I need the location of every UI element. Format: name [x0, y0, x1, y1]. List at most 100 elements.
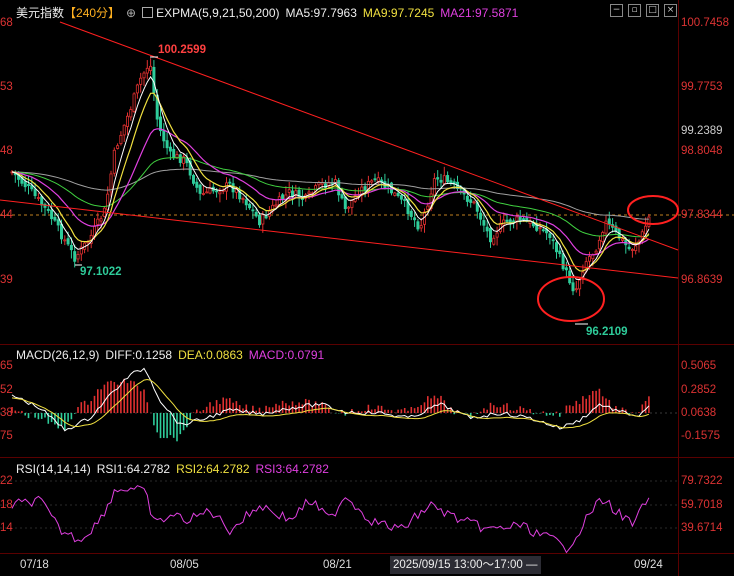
macd-left-label: 52 [0, 384, 13, 396]
candle-down [198, 184, 202, 194]
macd-label: MACD(26,12,9) [16, 348, 100, 362]
rsi-axis-label: 79.7322 [681, 475, 723, 487]
candle-up [419, 225, 423, 229]
ma5-value: MA5:97.7963 [285, 6, 357, 20]
rsi-panel-header: RSI(14,14,14) RSI1:64.2782 RSI2:64.2782 RSI… [16, 461, 335, 477]
expma-checkbox-icon[interactable] [142, 7, 154, 18]
period-label[interactable]: 【240分】 [64, 6, 120, 20]
candle-down [251, 209, 255, 212]
candle-down [518, 216, 522, 221]
candle-down [46, 208, 50, 211]
candle-down [228, 181, 232, 184]
rsi-axis-label: 39.6714 [681, 522, 723, 534]
left-axis-label: 39 [0, 274, 13, 286]
candle-up [621, 238, 625, 241]
candle-up [442, 175, 446, 185]
candle-up [307, 191, 311, 195]
candle-up [647, 216, 651, 227]
candle-down [195, 181, 199, 188]
candle-up [644, 225, 648, 235]
candle-down [254, 211, 258, 217]
candle-up [208, 187, 212, 194]
candle-down [168, 146, 172, 152]
gear-icon[interactable]: ⊕ [126, 6, 136, 20]
macd-axis-label: 0.5065 [681, 360, 717, 372]
candle-up [495, 232, 499, 238]
close-icon[interactable]: × [664, 4, 677, 17]
restore-icon[interactable]: ▫ [628, 4, 641, 17]
candle-up [320, 182, 324, 185]
candle-down [558, 250, 562, 254]
candle-up [594, 250, 598, 254]
candle-up [135, 84, 139, 94]
macd-axis-label: 0.0638 [681, 407, 717, 419]
candle-down [26, 184, 30, 186]
candle-down [244, 199, 248, 206]
candle-down [33, 188, 37, 197]
instrument-title[interactable]: 美元指数 [16, 6, 64, 20]
candle-down [191, 175, 195, 184]
breakout-circle-annotation [627, 195, 679, 225]
price-axis-label: 97.8344 [681, 209, 723, 221]
candle-down [69, 244, 73, 251]
candle-down [627, 246, 631, 250]
candle-down [23, 181, 27, 188]
candle-down [215, 190, 219, 193]
candle-down [551, 239, 555, 242]
candle-down [555, 242, 559, 253]
candle-up [119, 134, 123, 145]
date-label: 08/21 [323, 559, 352, 571]
date-label: 08/05 [170, 559, 199, 571]
cursor-time-tooltip: 2025/09/15 13:00～17:00 — [390, 556, 541, 574]
candle-up [350, 199, 354, 208]
candle-up [112, 149, 116, 174]
candle-down [40, 196, 44, 206]
high-price-label: 100.2599 [158, 44, 206, 56]
minimize-icon[interactable]: − [610, 4, 623, 17]
main-panel-header: 美元指数【240分】 ⊕ EXPMA(5,9,21,50,200) MA5:97.79… [16, 5, 524, 21]
date-label: 07/18 [20, 559, 49, 571]
candle-up [472, 201, 476, 204]
candle-up [96, 218, 100, 225]
candle-up [432, 178, 436, 196]
candle-up [578, 279, 582, 290]
expma-label: EXPMA(5,9,21,50,200) [156, 6, 280, 20]
descending-trendline-upper [59, 21, 679, 251]
candle-down [297, 189, 301, 199]
rsi1-value: RSI1:64.2782 [96, 462, 171, 476]
macd-diff: DIFF:0.1258 [105, 348, 173, 362]
candle-up [274, 204, 278, 207]
candle-down [409, 210, 413, 217]
candle-down [165, 140, 169, 149]
candle-down [185, 158, 189, 164]
candle-down [541, 229, 545, 232]
candle-up [201, 193, 205, 195]
candle-down [469, 199, 473, 203]
candle-down [439, 179, 443, 183]
candle-down [571, 282, 575, 292]
candle-down [343, 196, 347, 210]
candle-down [416, 221, 420, 230]
candle-down [399, 195, 403, 200]
rsi-line [11, 485, 650, 554]
candle-up [126, 115, 130, 127]
date-label: 09/24 [634, 559, 663, 571]
ma9-value: MA9:97.7245 [362, 6, 435, 20]
macd-value: MACD:0.0791 [248, 348, 325, 362]
candle-down [53, 216, 57, 221]
candle-down [281, 194, 285, 200]
candle-up [132, 93, 136, 112]
macd-dea: DEA:0.0863 [178, 348, 243, 362]
candle-up [502, 219, 506, 226]
candle-down [522, 218, 526, 221]
candlestick-chart[interactable] [0, 0, 734, 576]
recent-low-label: 96.2109 [586, 326, 628, 338]
candle-down [172, 148, 176, 159]
candle-down [607, 218, 611, 225]
candle-down [564, 267, 568, 271]
maximize-icon[interactable]: □ [646, 4, 659, 17]
candle-down [290, 190, 294, 197]
left-axis-label: 48 [0, 145, 13, 157]
candle-down [413, 217, 417, 221]
candle-down [373, 178, 377, 181]
